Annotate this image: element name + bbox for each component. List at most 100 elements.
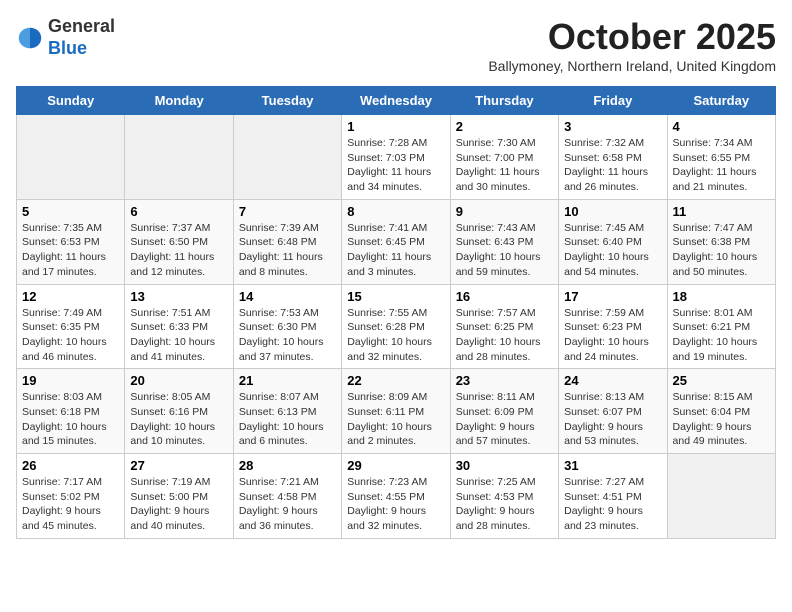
day-number: 23 [456, 373, 553, 388]
calendar-cell: 3Sunrise: 7:32 AM Sunset: 6:58 PM Daylig… [559, 115, 667, 200]
day-info: Sunrise: 7:27 AM Sunset: 4:51 PM Dayligh… [564, 475, 661, 534]
calendar-cell: 7 Sunrise: 7:39 AM Sunset: 6:48 PM Daylig… [233, 199, 341, 284]
weekday-header-row: SundayMondayTuesdayWednesdayThursdayFrid… [17, 87, 776, 115]
day-number: 13 [130, 289, 227, 304]
day-number: 15 [347, 289, 444, 304]
day-info: Sunrise: 7:34 AM Sunset: 6:55 PM Dayligh… [673, 136, 770, 195]
day-number: 8 [347, 204, 444, 219]
calendar-cell: 4Sunrise: 7:34 AM Sunset: 6:55 PM Daylig… [667, 115, 775, 200]
day-info: Sunrise: 8:01 AM Sunset: 6:21 PM Dayligh… [673, 306, 770, 365]
calendar-week-row: 26 Sunrise: 7:17 AM Sunset: 5:02 PM Dayli… [17, 454, 776, 539]
day-info: Sunrise: 7:53 AM Sunset: 6:30 PM Dayligh… [239, 306, 336, 365]
month-title: October 2025 [488, 16, 776, 58]
calendar-week-row: 5 Sunrise: 7:35 AM Sunset: 6:53 PM Daylig… [17, 199, 776, 284]
day-number: 11 [673, 204, 770, 219]
weekday-header: Sunday [17, 87, 125, 115]
day-info: Sunrise: 7:57 AM Sunset: 6:25 PM Dayligh… [456, 306, 553, 365]
day-number: 18 [673, 289, 770, 304]
calendar-week-row: 12 Sunrise: 7:49 AM Sunset: 6:35 PM Dayli… [17, 284, 776, 369]
calendar-cell [667, 454, 775, 539]
day-number: 1 [347, 119, 444, 134]
day-number: 7 [239, 204, 336, 219]
calendar-cell: 10 Sunrise: 7:45 AM Sunset: 6:40 PM Dayli… [559, 199, 667, 284]
calendar-cell: 5 Sunrise: 7:35 AM Sunset: 6:53 PM Daylig… [17, 199, 125, 284]
day-info: Sunrise: 7:41 AM Sunset: 6:45 PM Dayligh… [347, 221, 444, 280]
day-number: 27 [130, 458, 227, 473]
day-info: Sunrise: 7:25 AM Sunset: 4:53 PM Dayligh… [456, 475, 553, 534]
calendar-cell: 23Sunrise: 8:11 AM Sunset: 6:09 PM Dayli… [450, 369, 558, 454]
calendar-cell: 15 Sunrise: 7:55 AM Sunset: 6:28 PM Dayli… [342, 284, 450, 369]
day-info: Sunrise: 7:59 AM Sunset: 6:23 PM Dayligh… [564, 306, 661, 365]
day-info: Sunrise: 7:39 AM Sunset: 6:48 PM Dayligh… [239, 221, 336, 280]
day-info: Sunrise: 8:07 AM Sunset: 6:13 PM Dayligh… [239, 390, 336, 449]
calendar-cell: 22 Sunrise: 8:09 AM Sunset: 6:11 PM Dayli… [342, 369, 450, 454]
day-number: 22 [347, 373, 444, 388]
day-number: 20 [130, 373, 227, 388]
calendar-cell: 27 Sunrise: 7:19 AM Sunset: 5:00 PM Dayli… [125, 454, 233, 539]
calendar-cell: 16 Sunrise: 7:57 AM Sunset: 6:25 PM Dayli… [450, 284, 558, 369]
calendar-cell [125, 115, 233, 200]
calendar-cell: 20Sunrise: 8:05 AM Sunset: 6:16 PM Dayli… [125, 369, 233, 454]
location-subtitle: Ballymoney, Northern Ireland, United Kin… [488, 58, 776, 74]
day-number: 29 [347, 458, 444, 473]
day-number: 25 [673, 373, 770, 388]
title-block: October 2025 Ballymoney, Northern Irelan… [488, 16, 776, 82]
day-info: Sunrise: 7:30 AM Sunset: 7:00 PM Dayligh… [456, 136, 553, 195]
calendar-cell: 11Sunrise: 7:47 AM Sunset: 6:38 PM Dayli… [667, 199, 775, 284]
day-number: 24 [564, 373, 661, 388]
calendar-cell: 1 Sunrise: 7:28 AM Sunset: 7:03 PM Daylig… [342, 115, 450, 200]
page-header: General Blue October 2025 Ballymoney, No… [16, 16, 776, 82]
calendar-cell: 25Sunrise: 8:15 AM Sunset: 6:04 PM Dayli… [667, 369, 775, 454]
day-number: 26 [22, 458, 119, 473]
day-info: Sunrise: 7:19 AM Sunset: 5:00 PM Dayligh… [130, 475, 227, 534]
day-info: Sunrise: 7:32 AM Sunset: 6:58 PM Dayligh… [564, 136, 661, 195]
calendar-cell [17, 115, 125, 200]
calendar-cell: 28 Sunrise: 7:21 AM Sunset: 4:58 PM Dayli… [233, 454, 341, 539]
day-info: Sunrise: 7:37 AM Sunset: 6:50 PM Dayligh… [130, 221, 227, 280]
logo-icon [16, 24, 44, 52]
day-number: 28 [239, 458, 336, 473]
day-number: 2 [456, 119, 553, 134]
day-info: Sunrise: 7:21 AM Sunset: 4:58 PM Dayligh… [239, 475, 336, 534]
calendar-cell: 31 Sunrise: 7:27 AM Sunset: 4:51 PM Dayli… [559, 454, 667, 539]
day-info: Sunrise: 7:55 AM Sunset: 6:28 PM Dayligh… [347, 306, 444, 365]
day-number: 17 [564, 289, 661, 304]
logo-blue-text: Blue [48, 38, 87, 58]
weekday-header: Thursday [450, 87, 558, 115]
calendar-cell: 26 Sunrise: 7:17 AM Sunset: 5:02 PM Dayli… [17, 454, 125, 539]
weekday-header: Wednesday [342, 87, 450, 115]
calendar-cell: 12 Sunrise: 7:49 AM Sunset: 6:35 PM Dayli… [17, 284, 125, 369]
calendar-cell: 6Sunrise: 7:37 AM Sunset: 6:50 PM Daylig… [125, 199, 233, 284]
logo-general-text: General [48, 16, 115, 36]
day-info: Sunrise: 7:17 AM Sunset: 5:02 PM Dayligh… [22, 475, 119, 534]
day-number: 30 [456, 458, 553, 473]
calendar-cell: 8 Sunrise: 7:41 AM Sunset: 6:45 PM Daylig… [342, 199, 450, 284]
calendar-cell: 24Sunrise: 8:13 AM Sunset: 6:07 PM Dayli… [559, 369, 667, 454]
calendar-cell: 17 Sunrise: 7:59 AM Sunset: 6:23 PM Dayli… [559, 284, 667, 369]
day-info: Sunrise: 7:35 AM Sunset: 6:53 PM Dayligh… [22, 221, 119, 280]
calendar-cell: 18 Sunrise: 8:01 AM Sunset: 6:21 PM Dayli… [667, 284, 775, 369]
day-number: 31 [564, 458, 661, 473]
day-info: Sunrise: 7:28 AM Sunset: 7:03 PM Dayligh… [347, 136, 444, 195]
calendar-cell: 30 Sunrise: 7:25 AM Sunset: 4:53 PM Dayli… [450, 454, 558, 539]
day-info: Sunrise: 7:49 AM Sunset: 6:35 PM Dayligh… [22, 306, 119, 365]
calendar-week-row: 19Sunrise: 8:03 AM Sunset: 6:18 PM Dayli… [17, 369, 776, 454]
weekday-header: Saturday [667, 87, 775, 115]
day-number: 16 [456, 289, 553, 304]
day-info: Sunrise: 7:45 AM Sunset: 6:40 PM Dayligh… [564, 221, 661, 280]
calendar-cell: 29Sunrise: 7:23 AM Sunset: 4:55 PM Dayli… [342, 454, 450, 539]
day-info: Sunrise: 7:51 AM Sunset: 6:33 PM Dayligh… [130, 306, 227, 365]
day-number: 12 [22, 289, 119, 304]
day-number: 10 [564, 204, 661, 219]
calendar-cell [233, 115, 341, 200]
day-info: Sunrise: 8:09 AM Sunset: 6:11 PM Dayligh… [347, 390, 444, 449]
calendar-cell: 19Sunrise: 8:03 AM Sunset: 6:18 PM Dayli… [17, 369, 125, 454]
day-number: 19 [22, 373, 119, 388]
calendar-cell: 13 Sunrise: 7:51 AM Sunset: 6:33 PM Dayli… [125, 284, 233, 369]
weekday-header: Friday [559, 87, 667, 115]
calendar-cell: 2 Sunrise: 7:30 AM Sunset: 7:00 PM Daylig… [450, 115, 558, 200]
day-number: 5 [22, 204, 119, 219]
calendar-cell: 21 Sunrise: 8:07 AM Sunset: 6:13 PM Dayli… [233, 369, 341, 454]
weekday-header: Tuesday [233, 87, 341, 115]
day-number: 21 [239, 373, 336, 388]
